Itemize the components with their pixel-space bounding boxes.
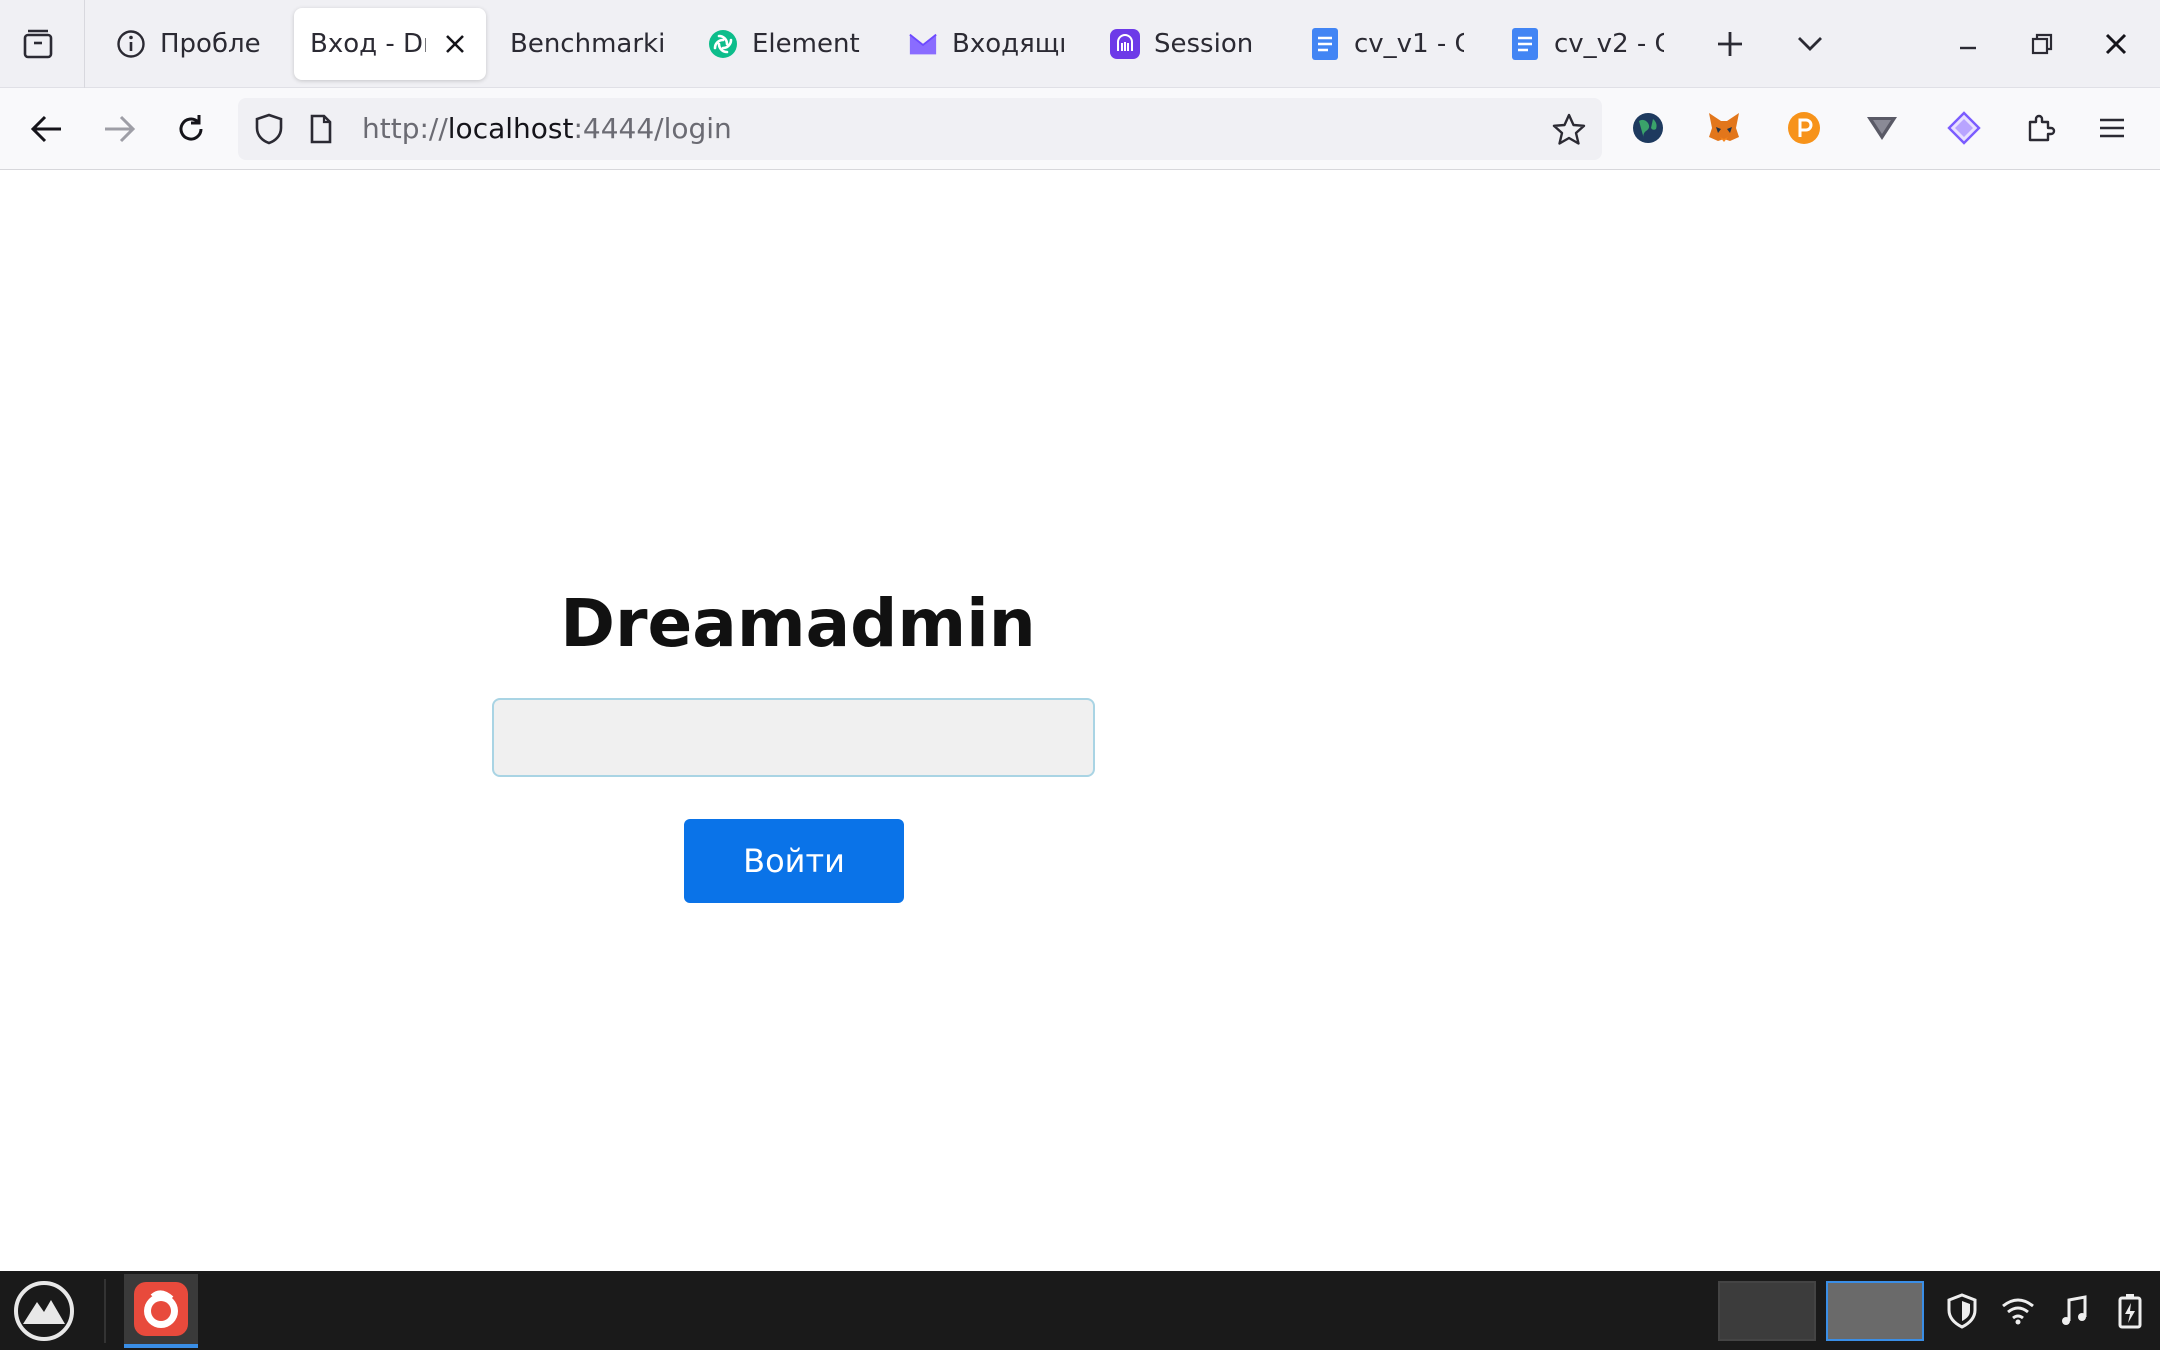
paypal-p-icon[interactable] <box>1784 108 1824 148</box>
tab-label: Element <box>752 29 860 59</box>
google-docs-icon <box>1510 28 1540 60</box>
url-bar[interactable]: http://localhost:4444/login <box>238 98 1602 160</box>
close-window-icon[interactable] <box>2096 24 2136 64</box>
shield-tray-icon[interactable] <box>1942 1291 1982 1331</box>
forward-icon[interactable] <box>96 106 142 152</box>
tab-cv-v2[interactable]: cv_v2 - Go <box>1494 8 1680 80</box>
new-tab-icon[interactable] <box>1710 24 1750 64</box>
tab-cv-v1[interactable]: cv_v1 - Go <box>1294 8 1480 80</box>
list-all-tabs-icon[interactable] <box>1790 24 1830 64</box>
url-path: :4444/login <box>573 112 732 145</box>
proton-mail-icon <box>908 29 938 59</box>
diamond-extension-icon[interactable] <box>1944 108 1984 148</box>
back-icon[interactable] <box>24 106 70 152</box>
tabbar-separator <box>84 0 85 88</box>
tab-problems[interactable]: Проблем <box>100 8 278 80</box>
tab-label: cv_v2 - Go <box>1554 29 1664 59</box>
firefox-view-icon[interactable] <box>18 24 58 64</box>
tab-benchmarking[interactable]: Benchmarkin <box>494 8 680 80</box>
minimize-icon[interactable] <box>1948 24 1988 64</box>
tab-label: cv_v1 - Go <box>1354 29 1464 59</box>
workspace-2[interactable] <box>1826 1281 1924 1341</box>
reload-icon[interactable] <box>168 106 214 152</box>
tab-label: Входящи <box>952 29 1064 59</box>
bookmark-star-icon[interactable] <box>1552 112 1586 146</box>
tab-login-dreamadmin[interactable]: Вход - Dre <box>294 8 486 80</box>
menu-hamburger-icon[interactable] <box>2092 108 2132 148</box>
navigation-toolbar: http://localhost:4444/login <box>0 88 2160 170</box>
login-title: Dreamadmin <box>560 585 1036 662</box>
tab-element[interactable]: Element <box>692 8 876 80</box>
triangle-extension-icon[interactable] <box>1862 108 1902 148</box>
wifi-icon[interactable] <box>1998 1291 2038 1331</box>
close-tab-icon[interactable] <box>440 29 470 59</box>
restore-icon[interactable] <box>2022 24 2062 64</box>
taskbar <box>0 1271 2160 1350</box>
globe-extension-icon[interactable] <box>1628 108 1668 148</box>
tab-bar: Проблем Вход - Dre Benchmarkin Element В… <box>0 0 2160 88</box>
page-content: Dreamadmin Войти <box>0 170 2160 1271</box>
session-icon <box>1110 29 1140 59</box>
tab-inbox[interactable]: Входящи <box>892 8 1080 80</box>
tab-label: Вход - Dre <box>310 29 426 59</box>
shield-icon[interactable] <box>252 112 286 146</box>
taskbar-separator <box>104 1279 106 1343</box>
workspace-1[interactable] <box>1718 1281 1816 1341</box>
page-info-icon[interactable] <box>304 112 338 146</box>
tab-session[interactable]: Session E <box>1094 8 1278 80</box>
tab-label: Проблем <box>160 29 262 59</box>
battery-charging-icon[interactable] <box>2110 1291 2150 1331</box>
google-docs-icon <box>1310 28 1340 60</box>
app-launcher-icon[interactable] <box>10 1277 78 1345</box>
tab-label: Benchmarkin <box>510 29 664 59</box>
login-input[interactable] <box>492 698 1095 777</box>
extensions-puzzle-icon[interactable] <box>2022 108 2062 148</box>
info-icon <box>116 29 146 59</box>
url-host: localhost <box>447 112 574 145</box>
tab-label: Session E <box>1154 29 1262 59</box>
login-button[interactable]: Войти <box>684 819 904 903</box>
url-text[interactable]: http://localhost:4444/login <box>362 112 732 145</box>
element-logo-icon <box>708 29 738 59</box>
music-note-icon[interactable] <box>2054 1291 2094 1331</box>
metamask-fox-icon[interactable] <box>1704 108 1744 148</box>
firefox-taskbar-icon[interactable] <box>124 1274 198 1348</box>
url-scheme: http:// <box>362 112 448 145</box>
